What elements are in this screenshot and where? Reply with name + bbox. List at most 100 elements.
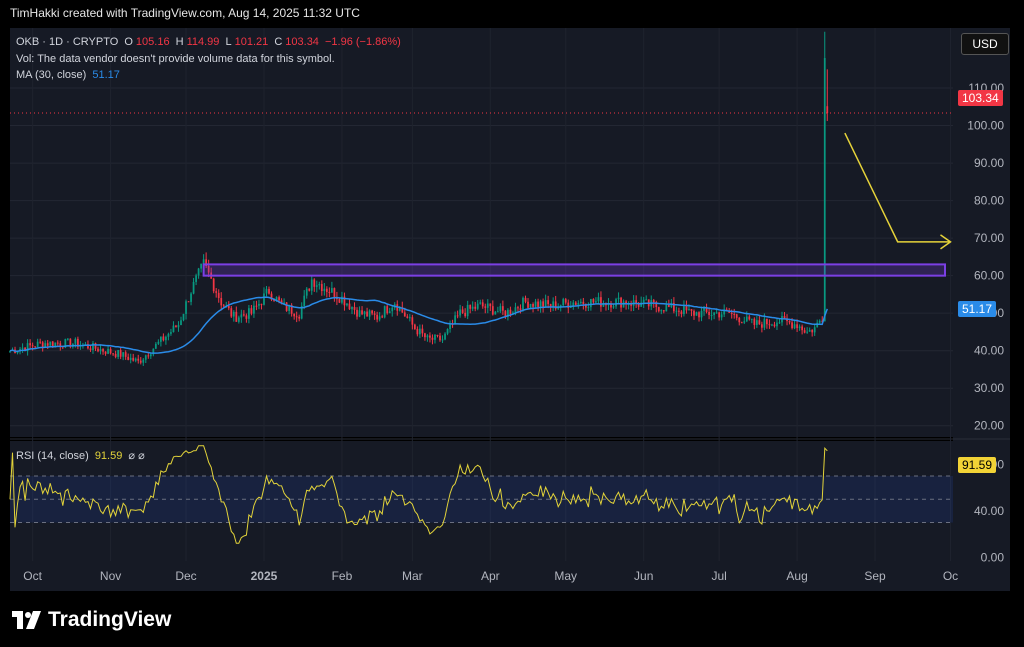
candle-body xyxy=(582,301,585,304)
candle-body xyxy=(776,322,778,327)
candle-body xyxy=(185,301,187,314)
candle-body xyxy=(348,303,351,310)
candle-body xyxy=(74,338,77,344)
candle-body xyxy=(743,321,746,323)
candle-body xyxy=(771,324,773,326)
x-tick-label: Sep xyxy=(864,569,886,583)
candle-body xyxy=(803,330,806,333)
candle-body xyxy=(562,299,565,306)
candle-body xyxy=(371,310,373,314)
candle-body xyxy=(642,299,645,303)
candle-body xyxy=(41,342,44,348)
candle-body xyxy=(773,324,776,327)
x-tick-label: Mar xyxy=(402,569,423,583)
candle-body xyxy=(577,303,580,305)
candle-body xyxy=(416,328,419,335)
candle-body xyxy=(172,325,175,333)
candle-body xyxy=(197,268,200,276)
candle-body xyxy=(491,306,494,315)
candle-body xyxy=(660,310,663,312)
y-tick-label: 80.00 xyxy=(974,194,1004,208)
candle-body xyxy=(356,309,358,317)
candle-body xyxy=(587,307,590,309)
x-tick-label: May xyxy=(554,569,577,583)
candle-body xyxy=(325,288,328,292)
candle-body xyxy=(114,353,117,357)
candle-body xyxy=(758,320,761,325)
candle-body xyxy=(351,306,353,310)
candle-body xyxy=(808,329,811,332)
candle-body xyxy=(823,58,826,322)
candle-body xyxy=(459,309,462,316)
tradingview-logo[interactable]: TradingView xyxy=(12,608,171,632)
candle-body xyxy=(230,308,233,317)
candle-body xyxy=(263,293,265,305)
candle-body xyxy=(791,322,793,329)
candle-body xyxy=(444,333,446,340)
candle-body xyxy=(494,311,497,315)
candle-body xyxy=(436,334,439,336)
candle-body xyxy=(501,306,504,311)
high-label: H xyxy=(175,36,184,48)
candle-body xyxy=(215,291,218,293)
candle-body xyxy=(39,341,42,343)
open-value: 105.16 xyxy=(135,36,170,48)
candle-body xyxy=(461,309,464,313)
candle-body xyxy=(527,301,529,308)
ma-legend[interactable]: MA (30, close) 51.17 xyxy=(16,69,123,81)
chart-canvas[interactable]: 20.0030.0040.0050.0060.0070.0080.0090.00… xyxy=(0,26,1024,595)
rsi-legend[interactable]: RSI (14, close) 91.59 ⌀ ⌀ xyxy=(16,449,148,462)
candle-body xyxy=(454,315,456,324)
candle-body xyxy=(713,312,715,316)
candle-body xyxy=(295,316,298,318)
candle-body xyxy=(446,329,449,334)
candle-body xyxy=(590,299,592,308)
candle-body xyxy=(265,288,268,294)
candle-body xyxy=(220,298,223,306)
candle-body xyxy=(796,324,798,329)
y-tick-label: 40.00 xyxy=(974,344,1004,358)
candle-body xyxy=(29,343,31,346)
candle-body xyxy=(187,301,190,303)
candle-body xyxy=(408,317,411,319)
price-pane xyxy=(10,28,953,437)
y-tick-label: 60.00 xyxy=(974,269,1004,283)
candle-body xyxy=(662,310,665,312)
candle-body xyxy=(190,293,192,302)
currency-button[interactable]: USD xyxy=(961,33,1009,55)
candle-body xyxy=(250,308,253,314)
ma-value: 51.17 xyxy=(92,69,120,81)
candle-body xyxy=(529,303,532,308)
candle-body xyxy=(718,312,721,318)
candle-body xyxy=(293,313,296,317)
candle-body xyxy=(715,312,718,314)
rsi-source-icons[interactable]: ⌀ ⌀ xyxy=(128,450,144,462)
candle-body xyxy=(94,343,97,349)
candle-body xyxy=(320,284,323,292)
symbol-label[interactable]: OKB · 1D · CRYPTO xyxy=(16,36,118,48)
y-tick-label: 100.00 xyxy=(967,119,1004,133)
candle-body xyxy=(755,320,758,325)
candle-body xyxy=(429,335,431,338)
low-label: L xyxy=(225,36,232,48)
candle-body xyxy=(245,315,248,319)
candle-body xyxy=(793,324,796,329)
candle-body xyxy=(31,345,34,347)
candle-body xyxy=(813,327,816,333)
candle-body xyxy=(615,299,617,307)
candle-body xyxy=(391,307,394,312)
last-price-badge: 103.34 xyxy=(958,90,1003,106)
candle-body xyxy=(200,263,202,269)
candle-body xyxy=(600,297,602,307)
candle-body xyxy=(547,300,550,305)
candle-body xyxy=(159,336,162,342)
brand-name: TradingView xyxy=(48,608,172,631)
candle-body xyxy=(708,311,710,316)
candle-body xyxy=(685,306,688,311)
candle-body xyxy=(811,329,814,333)
change-value: −1.96 (−1.86%) xyxy=(325,36,401,48)
candle-body xyxy=(147,355,150,357)
candle-body xyxy=(740,322,743,324)
candle-body xyxy=(733,313,736,315)
candle-body xyxy=(421,328,424,334)
